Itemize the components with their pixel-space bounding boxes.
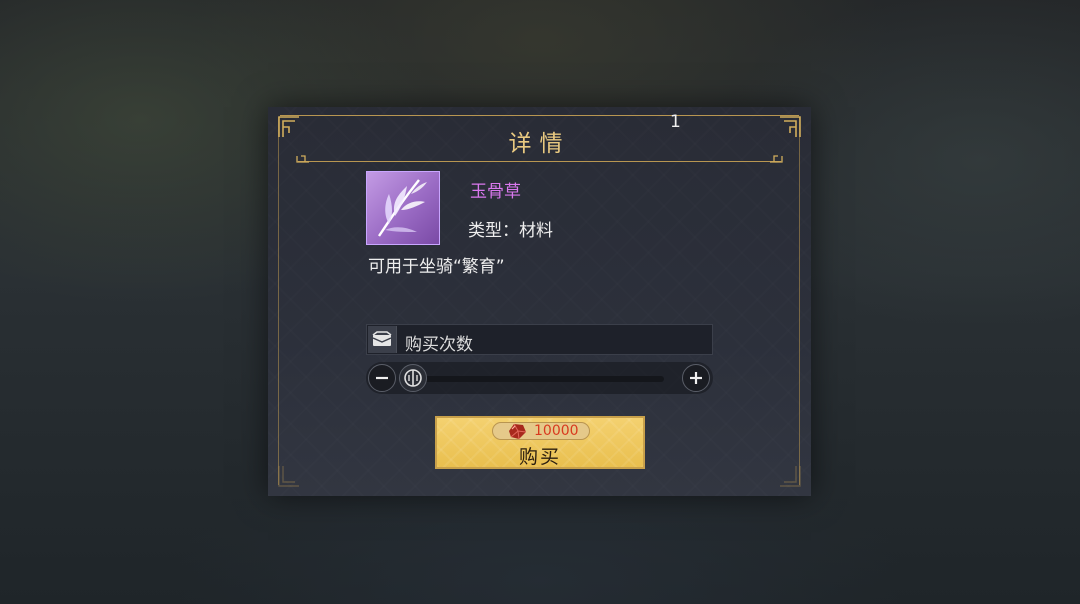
purchase-count-value[interactable]: 1 (670, 112, 681, 132)
frame-top-line (280, 115, 799, 116)
grass-herb-icon (366, 171, 440, 245)
slider-track[interactable] (402, 376, 664, 382)
corner-ornament-bottom-right (780, 466, 801, 487)
minus-icon (376, 376, 388, 380)
item-description: 可用于坐骑“繁育” (368, 257, 505, 277)
increase-button[interactable] (682, 364, 710, 392)
slider-handle[interactable] (399, 364, 427, 392)
purchase-count-label: 购买次数 (405, 335, 473, 355)
detail-dialog: 详情 玉骨草 类型：材料 可用于坐骑“繁育” 购买次数 1 10000 购买 (268, 107, 811, 496)
frame-left-line (278, 117, 279, 485)
item-name: 玉骨草 (470, 182, 521, 202)
buy-button[interactable]: 10000 购买 (435, 416, 645, 469)
red-gem-icon (509, 423, 527, 440)
price-value: 10000 (534, 423, 579, 439)
frame-right-line (799, 117, 800, 485)
plus-icon (690, 372, 702, 384)
grip-handle-icon (404, 369, 422, 387)
quantity-slider[interactable] (366, 362, 713, 394)
corner-ornament-bottom-left (278, 466, 299, 487)
chest-icon (368, 326, 397, 353)
purchase-count-row: 购买次数 (366, 324, 713, 355)
dialog-title: 详情 (508, 131, 571, 157)
item-type: 类型：材料 (468, 221, 553, 241)
decrease-button[interactable] (368, 364, 396, 392)
title-divider (298, 161, 781, 162)
buy-button-label: 购买 (518, 446, 561, 468)
price-tag: 10000 (492, 422, 590, 440)
